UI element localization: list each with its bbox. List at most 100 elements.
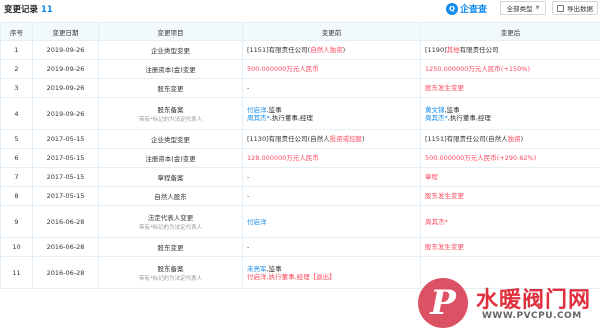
cell-before: - [242,78,421,98]
value-text: [1151]有限责任公司(自然人 [425,135,508,143]
person-link[interactable]: 付启洋 [247,106,267,114]
watermark-logo-icon: P [418,278,468,328]
type-filter-dropdown[interactable]: 全部类型 ▼ [500,1,546,15]
value-text: 500.000000万元人民币(+290.62%) [425,154,537,162]
cell-before: 付启洋 [242,205,421,238]
value-text: 章程 [425,173,438,181]
table-row: 6 2017-05-15 注册资本(金)变更 128.000000万元人民币 500.0… [0,148,600,168]
column-header-before: 变更前 [242,22,421,41]
table-row: 1 2019-09-26 企业类型变更 [1151]有限责任公司(自然人独资) [119… [0,40,600,60]
export-data-label: 导出数据 [567,5,593,13]
change-item-label: 股东变更 [157,244,184,252]
export-icon [557,4,564,12]
cell-no: 8 [0,186,33,206]
cell-date: 2017-05-15 [32,186,99,206]
before-value-line: - [247,173,416,181]
cell-date: 2019-09-26 [32,97,99,130]
cell-after: [1151]有限责任公司(自然人独资) [420,129,600,149]
cell-no: 7 [0,167,33,187]
cell-no: 11 [0,256,33,289]
value-text: 投资或控股 [329,135,363,143]
cell-after: [1190]其他有限责任公司 [420,40,600,60]
table-body: 1 2019-09-26 企业类型变更 [1151]有限责任公司(自然人独资) [119… [0,40,600,289]
person-link[interactable]: 付启洋 [247,218,267,226]
before-value-line: - [247,243,416,251]
cell-before: [1130]有限责任公司(自然人投资或控股) [242,129,421,149]
value-text: [1190] [425,46,447,54]
value-text: 独资 [507,135,521,143]
value-text: - [247,243,250,251]
record-count: 11 [41,5,53,15]
cell-date: 2016-06-28 [32,237,99,257]
change-item-label: 章程备案 [157,174,184,182]
before-value-line: 付启洋,监事 [247,106,416,114]
after-value-line: 周其杰*,执行董事,经理 [425,114,596,122]
change-item-label: 自然人股东 [154,193,187,201]
table-row: 3 2019-09-26 股东变更 - 股东发生变更 [0,78,600,98]
value-text: ,执行董事,经理 [447,113,491,122]
value-text: 其他 [446,46,460,54]
change-item-label: 注册资本(金)变更 [145,155,196,163]
table-row: 2 2019-09-26 注册资本(金)变更 500.000000万元人民币 1250.… [0,59,600,79]
before-value-line: - [247,84,416,92]
cell-after: 股东发生变更 [420,186,600,206]
change-item-label: 法定代表人变更 [147,214,194,222]
cell-no: 10 [0,237,33,257]
column-header-date: 变更日期 [32,22,99,41]
cell-no: 2 [0,59,33,79]
after-value-line: [1190]其他有限责任公司 [425,46,596,54]
value-text: 股东发生变更 [425,84,464,92]
change-item-label: 股东变更 [157,85,184,93]
watermark-url: WWW.PVCPU.COM [482,311,582,321]
chevron-down-icon: ▼ [535,5,540,11]
value-text: ) [362,135,365,143]
value-text: ,监事 [444,105,460,114]
cell-after: 1250.000000万元人民币(+150%) [420,59,600,79]
before-value-line: 付启洋 [247,218,416,226]
table-row: 8 2017-05-15 自然人股东 - 股东发生变更 [0,186,600,206]
change-item-label: 注册资本(金)变更 [145,66,196,74]
before-value-line: [1151]有限责任公司(自然人独资) [247,46,416,54]
cell-date: 2017-05-15 [32,148,99,168]
before-value-line: 500.000000万元人民币 [247,65,416,73]
before-value-line: - [247,192,416,200]
brand-logo: Q 企查查 [446,2,487,15]
value-text: ) [342,46,346,54]
cell-item: 股东变更 [98,237,243,257]
cell-after: 黄文锦,监事 周其杰*,执行董事,经理 [420,97,600,130]
before-value-line: 未亮军,监事 [247,265,416,273]
table-row: 4 2019-09-26 股东备案 带有*标记的为法定代表人 付启洋,监事 周其杰*,执行… [0,97,600,130]
cell-before: - [242,237,421,257]
value-text: ,执行董事,经理【退出】 [266,272,336,281]
after-value-line: 股东发生变更 [425,243,596,251]
after-value-line: 章程 [425,173,596,181]
value-text: 股东发生变更 [425,243,464,251]
after-value-line: 周其杰* [425,218,596,226]
value-text: 有限责任公司 [459,46,499,54]
change-item-label: 股东备案 [157,106,184,114]
person-link[interactable]: 未亮军 [247,265,267,273]
cell-item: 法定代表人变更带有*标记的为法定代表人 [98,205,243,238]
value-text: 股东发生变更 [425,192,464,200]
export-data-button[interactable]: 导出数据 [552,1,598,15]
cell-item: 自然人股东 [98,186,243,206]
cell-date: 2017-05-15 [32,167,99,187]
value-text: ,监事 [266,264,282,273]
person-link[interactable]: 黄文锦 [425,106,445,114]
after-value-line: 1250.000000万元人民币(+150%) [425,65,596,73]
cell-item: 章程备案 [98,167,243,187]
before-value-line: 周其杰*,执行董事,经理 [247,114,416,122]
person-link[interactable]: 周其杰* [247,114,270,122]
cell-after: 股东发生变更 [420,78,600,98]
cell-item: 企业类型变更 [98,129,243,149]
after-value-line: 股东发生变更 [425,84,596,92]
legal-rep-note: 带有*标记的为法定代表人 [138,225,203,231]
cell-after: 周其杰* [420,205,600,238]
column-header-item: 变更项目 [98,22,243,41]
after-value-line: 500.000000万元人民币(+290.62%) [425,154,596,162]
cell-after: 章程 [420,167,600,187]
cell-item: 股东备案 带有*标记的为法定代表人 [98,97,243,130]
value-text: ) [520,135,524,143]
table-row: 9 2016-06-28 法定代表人变更 带有*标记的为法定代表人 付启洋 周其杰* [0,205,600,238]
person-link[interactable]: 周其杰* [425,114,448,122]
